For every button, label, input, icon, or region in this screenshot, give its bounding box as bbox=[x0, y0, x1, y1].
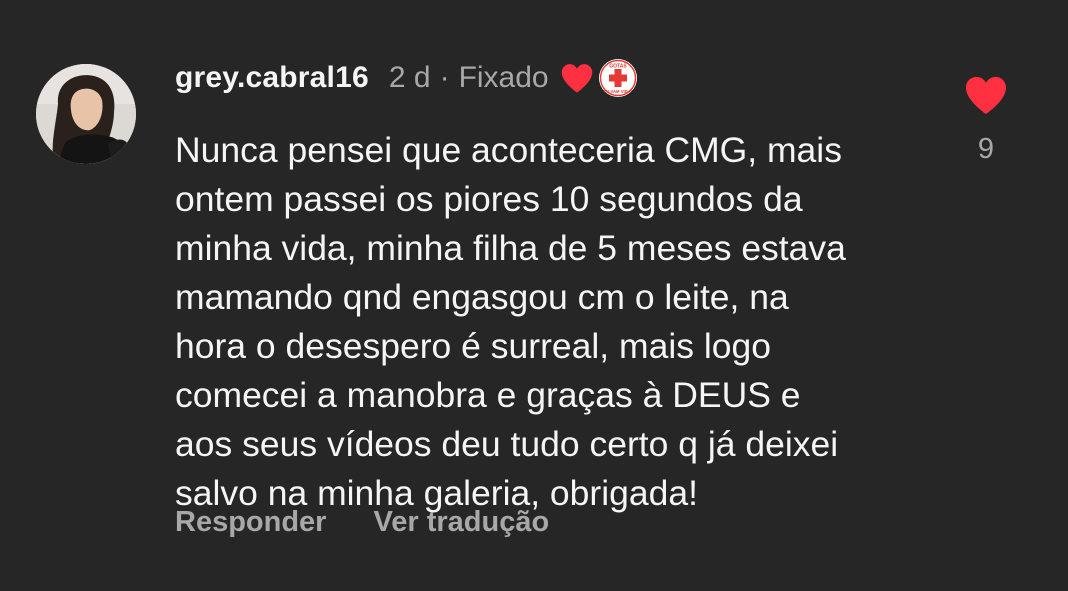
timestamp: 2 d bbox=[388, 61, 431, 94]
like-count: 9 bbox=[977, 133, 995, 165]
avatar[interactable] bbox=[36, 64, 136, 164]
pinned-label: Fixado bbox=[458, 61, 549, 94]
comment-text: Nunca pensei que aconteceria CMG, mais o… bbox=[175, 130, 846, 513]
creator-avatar: GOTAS SALVAM VIDAS bbox=[598, 59, 637, 97]
see-translation-button[interactable]: Ver tradução bbox=[373, 506, 549, 539]
username[interactable]: grey.cabral16 bbox=[175, 61, 369, 95]
comment-header: grey.cabral16 2 d · Fixado GOTAS SALVAM … bbox=[175, 56, 637, 100]
creator-avatar-top-text: GOTAS bbox=[609, 64, 627, 70]
heart-icon bbox=[965, 76, 1007, 115]
separator-dot: · bbox=[439, 61, 450, 94]
comment-item: grey.cabral16 2 d · Fixado GOTAS SALVAM … bbox=[0, 0, 1068, 591]
creator-liked-heart-icon bbox=[559, 62, 595, 94]
reply-button[interactable]: Responder bbox=[175, 506, 326, 539]
like-button[interactable] bbox=[958, 74, 1014, 121]
comment-actions: Responder Ver tradução bbox=[175, 506, 549, 539]
avatar-photo bbox=[36, 64, 136, 164]
creator-avatar-bottom-text: SALVAM VIDAS bbox=[602, 89, 633, 94]
